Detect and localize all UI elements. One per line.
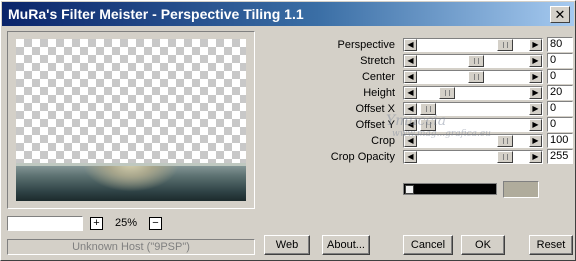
- zoom-in-button[interactable]: +: [90, 217, 103, 230]
- plus-icon: +: [93, 217, 100, 229]
- stretch-slider[interactable]: ◀ ▶: [403, 54, 543, 68]
- title-bar: MuRa's Filter Meister - Perspective Tili…: [2, 2, 574, 26]
- window-title: MuRa's Filter Meister - Perspective Tili…: [8, 6, 304, 22]
- zoom-input[interactable]: [7, 216, 83, 231]
- height-slider[interactable]: ◀ ▶: [403, 86, 543, 100]
- slider-thumb[interactable]: [497, 151, 513, 163]
- zoom-out-button[interactable]: −: [149, 217, 162, 230]
- offset-y-label: Offset Y: [355, 119, 395, 131]
- arrow-left-icon[interactable]: ◀: [404, 87, 417, 99]
- offset-x-label: Offset X: [355, 103, 395, 115]
- arrow-right-icon[interactable]: ▶: [529, 55, 542, 67]
- arrow-left-icon[interactable]: ◀: [404, 55, 417, 67]
- palette-selector[interactable]: [405, 185, 414, 194]
- crop-opacity-value[interactable]: 255: [547, 149, 573, 164]
- offset-y-value[interactable]: 0: [547, 117, 573, 132]
- stretch-value[interactable]: 0: [547, 53, 573, 68]
- slider-thumb[interactable]: [439, 87, 455, 99]
- arrow-right-icon[interactable]: ▶: [529, 87, 542, 99]
- stretch-label: Stretch: [360, 55, 395, 67]
- cancel-button[interactable]: Cancel: [403, 235, 453, 255]
- color-swatch[interactable]: [503, 181, 539, 198]
- filter-dialog: MuRa's Filter Meister - Perspective Tili…: [0, 0, 576, 261]
- arrow-left-icon[interactable]: ◀: [404, 71, 417, 83]
- arrow-left-icon[interactable]: ◀: [404, 151, 417, 163]
- arrow-left-icon[interactable]: ◀: [404, 39, 417, 51]
- height-label: Height: [363, 87, 395, 99]
- perspective-slider[interactable]: ◀ ▶: [403, 38, 543, 52]
- slider-thumb[interactable]: [468, 55, 484, 67]
- crop-opacity-slider[interactable]: ◀ ▶: [403, 150, 543, 164]
- preview-frame: [7, 31, 255, 209]
- about-button[interactable]: About...: [322, 235, 370, 255]
- center-slider[interactable]: ◀ ▶: [403, 70, 543, 84]
- arrow-right-icon[interactable]: ▶: [529, 135, 542, 147]
- close-icon: ✕: [554, 7, 566, 22]
- slider-thumb[interactable]: [468, 71, 484, 83]
- crop-opacity-label: Crop Opacity: [330, 151, 395, 163]
- close-button[interactable]: ✕: [550, 6, 570, 23]
- reset-button[interactable]: Reset: [529, 235, 573, 255]
- slider-thumb[interactable]: [497, 39, 513, 51]
- perspective-value[interactable]: 80: [547, 37, 573, 52]
- zoom-level: 25%: [115, 217, 138, 229]
- crop-value[interactable]: 100: [547, 133, 573, 148]
- preview-image[interactable]: [16, 39, 246, 201]
- arrow-right-icon[interactable]: ▶: [529, 39, 542, 51]
- center-label: Center: [361, 71, 395, 83]
- arrow-right-icon[interactable]: ▶: [529, 119, 542, 131]
- arrow-right-icon[interactable]: ▶: [529, 151, 542, 163]
- status-bar: Unknown Host ("9PSP"): [7, 239, 255, 255]
- center-value[interactable]: 0: [547, 69, 573, 84]
- crop-label: Crop: [371, 135, 395, 147]
- slider-thumb[interactable]: [497, 135, 513, 147]
- web-button[interactable]: Web: [264, 235, 310, 255]
- ok-button[interactable]: OK: [461, 235, 505, 255]
- color-palette[interactable]: [403, 183, 497, 195]
- height-value[interactable]: 20: [547, 85, 573, 100]
- offset-x-value[interactable]: 0: [547, 101, 573, 116]
- watermark: Ymuccia www.mag...grafica.eu: [386, 113, 491, 139]
- tiled-floor-preview: [16, 163, 246, 201]
- arrow-right-icon[interactable]: ▶: [529, 71, 542, 83]
- perspective-label: Perspective: [337, 39, 395, 51]
- minus-icon: −: [152, 217, 159, 229]
- arrow-right-icon[interactable]: ▶: [529, 103, 542, 115]
